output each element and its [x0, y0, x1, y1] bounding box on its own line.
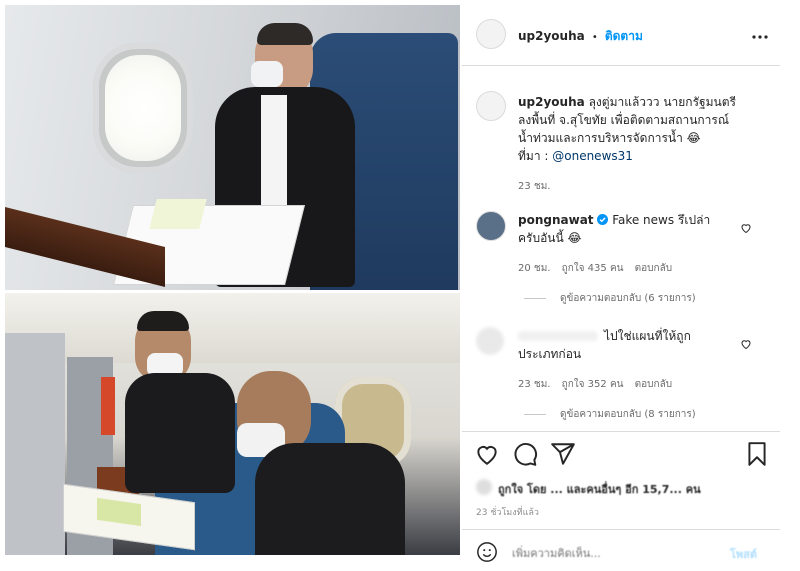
comment-1-view-replies[interactable]: ดูข้อความตอบกลับ (6 รายการ) — [560, 291, 696, 306]
actions-divider — [462, 431, 780, 432]
comment-1-time[interactable]: 20 ชม. — [518, 263, 550, 274]
comment-2-like-heart-icon[interactable] — [740, 335, 752, 350]
heart-icon[interactable] — [474, 441, 500, 467]
comment-2-reply-button[interactable]: ตอบกลับ — [635, 379, 672, 390]
caption-time[interactable]: 23 ชม. — [518, 179, 550, 194]
header-divider — [462, 65, 780, 66]
likes-summary[interactable]: ถูกใจ โดย ... และคนอื่นๆ อีก 15,7... คน — [498, 480, 701, 498]
header-separator: • — [591, 32, 598, 43]
comment-icon[interactable] — [512, 441, 538, 467]
add-comment-input[interactable] — [510, 543, 694, 563]
comment-2-likes[interactable]: ถูกใจ 352 คน — [562, 379, 624, 390]
person-body — [125, 373, 235, 493]
comment-2: ไปใช่แผนที่ให้ถูก ประเภทก่อน — [518, 327, 738, 363]
person-body — [255, 443, 405, 555]
comment-1-likes[interactable]: ถูกใจ 435 คน — [562, 263, 624, 274]
follow-button[interactable]: ติดตาม — [605, 29, 643, 43]
caption: up2youha ลุงตู่มาแล้ววว นายกรัฐมนตรี ลงพ… — [518, 93, 768, 165]
caption-avatar[interactable] — [476, 91, 506, 121]
comment-1: pongnawat Fake news รึเปล่า ครับอันนี้ 😂 — [518, 211, 738, 247]
comment-2-text-line-2: ประเภทก่อน — [518, 347, 582, 361]
replies-dash — [524, 414, 546, 415]
commenter-avatar-blurred[interactable] — [476, 327, 504, 355]
post-comment-button[interactable]: โพสต์ — [730, 545, 757, 563]
comment-2-view-replies[interactable]: ดูข้อความตอบกลับ (8 รายการ) — [560, 407, 696, 422]
caption-source-link[interactable]: @onenews31 — [552, 149, 633, 163]
commenter-avatar[interactable] — [476, 211, 506, 241]
comment-box-divider — [462, 529, 780, 530]
post-panel: up2youha • ติดตาม up2youha ลุงตู่มาแล้วว… — [462, 5, 780, 565]
comment-1-text-line-2: ครับอันนี้ 😂 — [518, 231, 582, 245]
comment-1-reply-button[interactable]: ตอบกลับ — [635, 263, 672, 274]
comment-1-username[interactable]: pongnawat — [518, 213, 594, 227]
caption-text-line-1: ลุงตู่มาแล้ววว นายกรัฐมนตรี — [588, 95, 736, 109]
caption-username[interactable]: up2youha — [518, 95, 585, 109]
author-avatar[interactable] — [476, 19, 506, 49]
comment-2-text-line-1: ไปใช่แผนที่ให้ถูก — [604, 329, 691, 343]
post-header: up2youha • ติดตาม — [518, 25, 643, 46]
comment-1-like-heart-icon[interactable] — [740, 219, 752, 234]
verified-badge-icon — [597, 212, 609, 225]
emoji-icon[interactable] — [476, 541, 498, 563]
comment-2-meta: 23 ชม. ถูกใจ 352 คน ตอบกลับ — [518, 377, 672, 392]
bookmark-icon[interactable] — [744, 441, 770, 467]
caption-source-label: ที่มา : — [518, 149, 549, 163]
post-photo-bottom — [5, 293, 460, 555]
send-icon[interactable] — [550, 441, 576, 467]
caption-text-line-2: ลงพื้นที่ จ.สุโขทัย เพื่อติดตามสถานการณ์ — [518, 113, 729, 127]
post-time[interactable]: 23 ชั่วโมงที่แล้ว — [476, 505, 539, 519]
post-photo-top — [5, 5, 460, 290]
cabin-door — [5, 333, 65, 555]
comment-1-meta: 20 ชม. ถูกใจ 435 คน ตอบกลับ — [518, 261, 672, 276]
post-media[interactable] — [5, 5, 460, 555]
author-username[interactable]: up2youha — [518, 29, 585, 43]
face-mask — [251, 61, 283, 87]
replies-dash — [524, 298, 546, 299]
caption-text-line-3: น้ำท่วมและการบริหารจัดการน้ำ 😂 — [518, 131, 701, 145]
more-dots-icon[interactable] — [752, 27, 768, 39]
likes-summary-avatar[interactable] — [476, 479, 492, 495]
comment-2-time[interactable]: 23 ชม. — [518, 379, 550, 390]
comment-1-text-line-1: Fake news รึเปล่า — [612, 213, 711, 227]
warning-sign — [101, 377, 115, 435]
screenshot-frame: up2youha • ติดตาม up2youha ลุงตู่มาแล้วว… — [0, 0, 800, 571]
